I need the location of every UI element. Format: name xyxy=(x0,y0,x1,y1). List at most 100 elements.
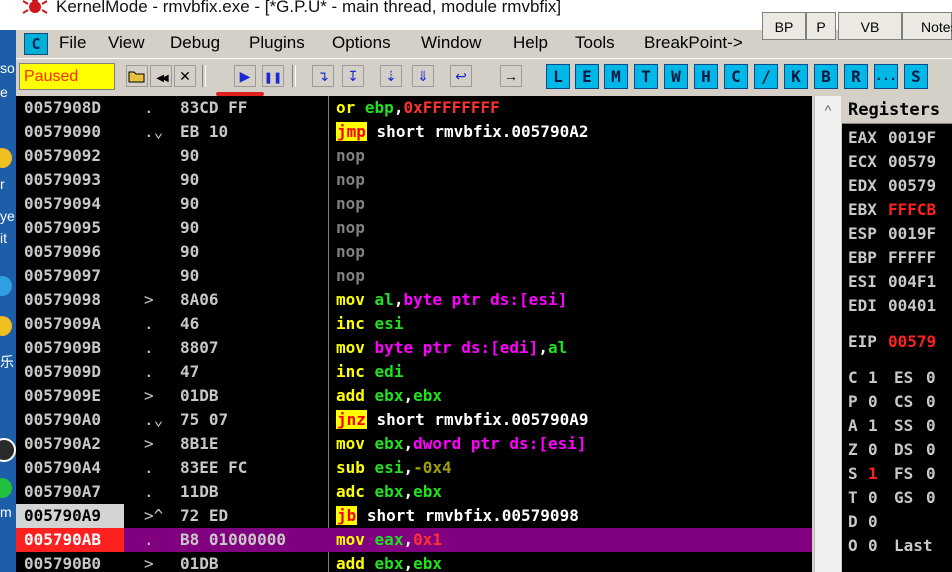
register-esi[interactable]: ESI 004F1 xyxy=(848,270,936,294)
menu-plugins[interactable]: Plugins xyxy=(249,33,305,53)
register-eax[interactable]: EAX 0019F xyxy=(848,126,936,150)
register-edi[interactable]: EDI 00401 xyxy=(848,294,936,318)
menu-window[interactable]: Window xyxy=(421,33,481,53)
address-cell: 005790AB xyxy=(16,528,124,552)
tab-vb[interactable]: VB xyxy=(838,12,902,40)
disasm-row[interactable]: 00579096 90 nop xyxy=(16,240,812,264)
step-into-button[interactable]: ↴ xyxy=(312,65,334,87)
step-over-button[interactable]: ↧ xyxy=(342,65,364,87)
segment-name: Last xyxy=(894,536,933,555)
disasm-row[interactable]: 0057909A. 46 inc esi xyxy=(16,312,812,336)
close-debuggee-button[interactable]: ✕ xyxy=(174,65,196,87)
flag-row[interactable]: T 0 GS 0 xyxy=(848,486,936,510)
disasm-row[interactable]: 0057909B. 8807 mov byte ptr ds:[edi],al xyxy=(16,336,812,360)
patches-button[interactable]: / xyxy=(754,64,778,89)
operand: , xyxy=(403,386,414,405)
menu-file[interactable]: File xyxy=(59,33,86,53)
disasm-row[interactable]: 00579098 >8A06 mov al,byte ptr ds:[esi] xyxy=(16,288,812,312)
disasm-row[interactable]: 00579097 90 nop xyxy=(16,264,812,288)
disasm-row[interactable]: 00579093 90 nop xyxy=(16,168,812,192)
cpu-button[interactable]: C xyxy=(724,64,748,89)
handles-button[interactable]: H xyxy=(694,64,718,89)
references-button[interactable]: R xyxy=(844,64,868,89)
disassembly-scrollbar[interactable]: ^ xyxy=(814,96,841,572)
disasm-row[interactable]: 0057909E >01DB add ebx,ebx xyxy=(16,384,812,408)
breakpoints-button[interactable]: B xyxy=(814,64,838,89)
disasm-row[interactable]: 00579094 90 nop xyxy=(16,192,812,216)
menu-help[interactable]: Help xyxy=(513,33,548,53)
instruction-cell: nop xyxy=(336,144,806,168)
memory-map-button[interactable]: M xyxy=(604,64,628,89)
disasm-row[interactable]: 00579092 90 nop xyxy=(16,144,812,168)
disasm-row[interactable]: 005790A0 .⌄ 75 07 jnz short rmvbfix.005790A… xyxy=(16,408,812,432)
execute-till-return-button[interactable]: ↩ xyxy=(450,65,472,87)
register-value: FFFFF xyxy=(888,248,937,267)
executable-modules-button[interactable]: E xyxy=(575,64,599,89)
menu-breakpoint[interactable]: BreakPoint-> xyxy=(644,33,743,53)
desktop-icon[interactable] xyxy=(0,148,12,168)
register-ecx[interactable]: ECX 00579 xyxy=(848,150,936,174)
pause-button[interactable]: ❚❚ xyxy=(262,65,284,87)
registers-pane[interactable]: Registers EAX 0019F ECX 00579 EDX 00579 EBX FFF… xyxy=(842,96,952,572)
trace-over-button[interactable]: ⇓ xyxy=(412,65,434,87)
menu-debug[interactable]: Debug xyxy=(170,33,220,53)
desktop-icon[interactable] xyxy=(0,438,16,462)
scroll-up-arrow-icon[interactable]: ^ xyxy=(815,98,841,122)
run-button[interactable]: ▶ xyxy=(234,65,256,87)
hex-bytes-cell: 90 xyxy=(180,146,200,165)
desktop-icon[interactable] xyxy=(0,316,12,336)
desktop-icon[interactable] xyxy=(0,276,12,296)
disasm-row[interactable]: 005790B0 >01DB add ebx,ebx xyxy=(16,552,812,572)
register-eip[interactable]: EIP 00579 xyxy=(848,330,936,354)
flag-row[interactable]: D0 xyxy=(848,510,926,534)
disasm-row[interactable]: 005790A2 >8B1E mov ebx,dword ptr ds:[esi] xyxy=(16,432,812,456)
address-cell: 005790A4 xyxy=(16,456,124,480)
instruction-cell: nop xyxy=(336,264,806,288)
register-name: EBP xyxy=(848,248,877,267)
menu-tools[interactable]: Tools xyxy=(575,33,615,53)
address-cell: 00579094 xyxy=(16,192,124,216)
flag-row[interactable]: S 1 FS 0 xyxy=(848,462,936,486)
register-edx[interactable]: EDX 00579 xyxy=(848,174,936,198)
jump-marker: > xyxy=(144,554,154,572)
flag-row[interactable]: Z 0 DS 0 xyxy=(848,438,936,462)
flag-row[interactable]: O 0 Last xyxy=(848,534,933,558)
trace-into-button[interactable]: ⇣ xyxy=(380,65,402,87)
run-trace-button[interactable]: ... xyxy=(874,64,898,89)
windows-button[interactable]: W xyxy=(664,64,688,89)
menu-view[interactable]: View xyxy=(108,33,145,53)
disasm-row[interactable]: 005790AB. B8 01000000 mov eax,0x1 xyxy=(16,528,812,552)
tab-p[interactable]: P xyxy=(806,12,836,40)
toolbar-separator xyxy=(202,65,206,87)
flag-row[interactable]: C 1 ES 0 xyxy=(848,366,936,390)
operand: esi xyxy=(374,314,404,333)
flag-row[interactable]: A 1 SS 0 xyxy=(848,414,936,438)
operand: , xyxy=(393,98,404,117)
register-esp[interactable]: ESP 0019F xyxy=(848,222,936,246)
disasm-row[interactable]: 00579095 90 nop xyxy=(16,216,812,240)
app-icon[interactable]: C xyxy=(24,33,48,55)
disasm-row[interactable]: 0057908D. 83CD FF or ebp,0xFFFFFFFF xyxy=(16,96,812,120)
go-to-button[interactable]: → xyxy=(500,65,522,87)
disasm-row[interactable]: 0057909D. 47 inc edi xyxy=(16,360,812,384)
hex-bytes-cell: 8A06 xyxy=(180,290,219,309)
disasm-row[interactable]: 00579090 .⌄ EB 10 jmp short rmvbfix.005790A… xyxy=(16,120,812,144)
disasm-row[interactable]: 005790A9 >^ 72 ED jb short rmvbfix.00579098 xyxy=(16,504,812,528)
threads-button[interactable]: T xyxy=(634,64,658,89)
desktop-icon[interactable] xyxy=(0,478,12,498)
tab-bp[interactable]: BP xyxy=(762,12,806,40)
register-ebp[interactable]: EBP FFFFF xyxy=(848,246,936,270)
log-window-button[interactable]: L xyxy=(546,64,570,89)
source-button[interactable]: S xyxy=(904,64,928,89)
tab-notes[interactable]: Notes xyxy=(902,12,952,40)
open-button[interactable] xyxy=(126,65,148,87)
disasm-row[interactable]: 005790A7. 11DB adc ebx,ebx xyxy=(16,480,812,504)
menu-options[interactable]: Options xyxy=(332,33,391,53)
flag-row[interactable]: P 0 CS 0 xyxy=(848,390,936,414)
disasm-row[interactable]: 005790A4. 83EE FC sub esi,-0x4 xyxy=(16,456,812,480)
flag-value: 1 xyxy=(868,464,878,483)
register-ebx[interactable]: EBX FFFCB xyxy=(848,198,936,222)
disassembly-pane[interactable]: 0057908D. 83CD FF or ebp,0xFFFFFFFF 0057909… xyxy=(16,96,812,572)
restart-button[interactable]: ◀◀ xyxy=(150,65,172,87)
call-stack-button[interactable]: K xyxy=(784,64,808,89)
